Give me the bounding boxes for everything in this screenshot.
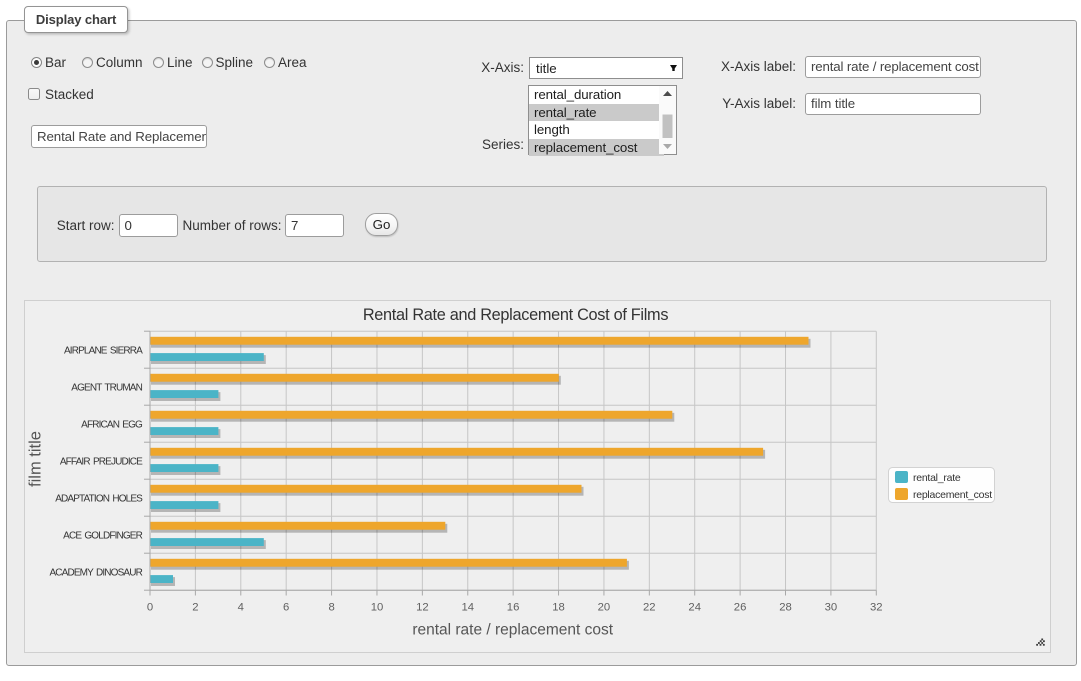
svg-text:8: 8 [328, 602, 334, 614]
svg-text:rental_rate: rental_rate [913, 472, 961, 484]
svg-text:replacement_cost: replacement_cost [913, 489, 992, 501]
svg-text:20: 20 [598, 602, 611, 614]
svg-text:10: 10 [371, 602, 384, 614]
svg-text:AIRPLANE SIERRA: AIRPLANE SIERRA [64, 346, 143, 357]
svg-text:30: 30 [825, 602, 838, 614]
svg-text:ADAPTATION HOLES: ADAPTATION HOLES [55, 494, 143, 505]
svg-text:ACADEMY DINOSAUR: ACADEMY DINOSAUR [49, 568, 142, 579]
svg-text:28: 28 [779, 602, 792, 614]
svg-text:18: 18 [552, 602, 565, 614]
svg-text:AGENT TRUMAN: AGENT TRUMAN [71, 383, 142, 394]
svg-text:4: 4 [238, 602, 244, 614]
svg-text:AFFAIR PREJUDICE: AFFAIR PREJUDICE [60, 457, 143, 468]
svg-text:26: 26 [734, 602, 747, 614]
svg-text:ACE GOLDFINGER: ACE GOLDFINGER [63, 531, 142, 542]
svg-text:rental rate / replacement cost: rental rate / replacement cost [412, 622, 613, 639]
svg-text:14: 14 [462, 602, 475, 614]
svg-text:6: 6 [283, 602, 289, 614]
svg-text:16: 16 [507, 602, 520, 614]
svg-text:22: 22 [643, 602, 656, 614]
svg-text:Rental Rate and Replacement Co: Rental Rate and Replacement Cost of Film… [363, 306, 668, 324]
svg-text:2: 2 [192, 602, 198, 614]
svg-text:film title: film title [27, 431, 45, 487]
svg-text:0: 0 [147, 602, 153, 614]
svg-text:12: 12 [416, 602, 429, 614]
svg-text:24: 24 [688, 602, 701, 614]
svg-text:32: 32 [870, 602, 883, 614]
svg-text:AFRICAN EGG: AFRICAN EGG [81, 420, 143, 431]
